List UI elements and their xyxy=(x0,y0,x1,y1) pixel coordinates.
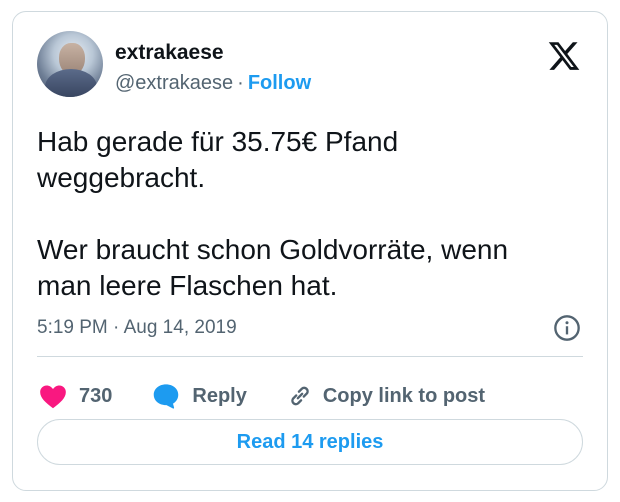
copy-link-button[interactable]: Copy link to post xyxy=(287,383,485,409)
avatar[interactable] xyxy=(37,31,103,97)
divider xyxy=(37,356,583,357)
author-handle-row: @extrakaese · Follow xyxy=(115,72,311,95)
heart-icon xyxy=(40,385,66,409)
avatar-hood xyxy=(45,69,97,97)
reply-label: Reply xyxy=(192,384,247,407)
author-handle[interactable]: @extrakaese xyxy=(115,72,233,94)
reply-button[interactable]: Reply xyxy=(152,383,247,409)
copy-link-label: Copy link to post xyxy=(322,384,486,407)
tweet-timestamp[interactable]: 5:19 PM · Aug 14, 2019 xyxy=(37,317,237,339)
tweet-card: extrakaese @extrakaese · Follow Hab gerade… xyxy=(12,11,608,491)
reply-bubble-icon xyxy=(154,384,179,409)
action-bar: 730 Reply Copy link to post xyxy=(39,378,525,414)
follow-button[interactable]: Follow xyxy=(248,72,311,94)
read-replies-button[interactable]: Read 14 replies xyxy=(37,419,583,465)
x-logo-icon[interactable] xyxy=(547,39,581,73)
like-button[interactable]: 730 xyxy=(39,383,112,409)
like-count: 730 xyxy=(79,384,113,407)
handle-separator: · xyxy=(237,72,244,94)
tweet-text: Hab gerade für 35.75€ Pfand weggebracht.… xyxy=(37,126,509,301)
author-display-name[interactable]: extrakaese xyxy=(115,41,224,65)
info-icon[interactable] xyxy=(553,314,581,342)
link-icon xyxy=(291,386,309,406)
